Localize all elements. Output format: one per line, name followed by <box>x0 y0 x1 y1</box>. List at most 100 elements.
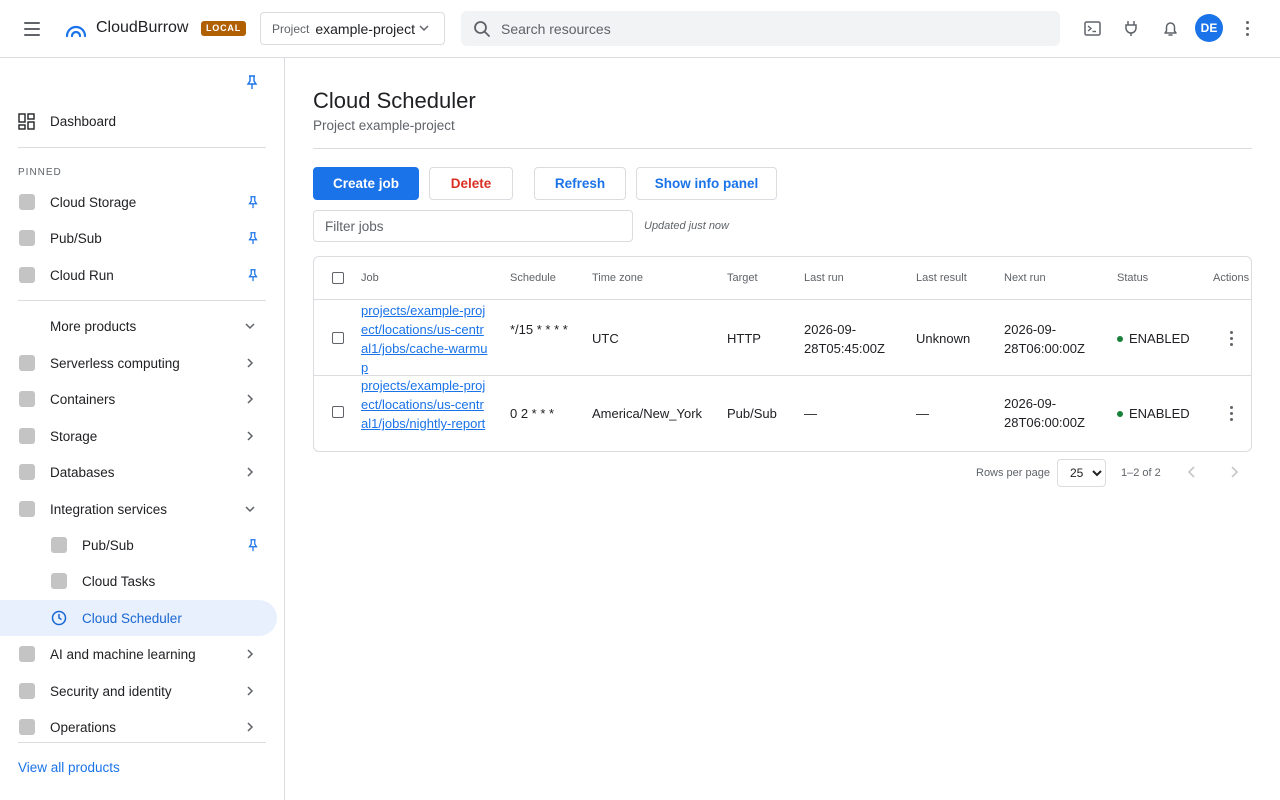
sidebar-item-serverless[interactable]: Serverless computing <box>0 345 285 381</box>
create-job-button[interactable]: Create job <box>313 167 419 200</box>
chevron-right-icon <box>247 649 254 659</box>
dashboard-icon <box>18 112 35 130</box>
main-content: Cloud Scheduler Project example-project … <box>285 58 1280 800</box>
view-all-products-link[interactable]: View all products <box>18 760 120 775</box>
sidebar-item-label: Cloud Tasks <box>82 573 156 589</box>
sidebar-item-label: Security and identity <box>50 683 172 699</box>
status-text: ENABLED <box>1129 331 1190 346</box>
search-input[interactable] <box>501 20 1021 37</box>
job-link[interactable]: projects/example-project/locations/us-ce… <box>361 376 489 433</box>
target-cell: HTTP <box>727 331 761 346</box>
cloud-logo-icon <box>65 25 87 38</box>
row-actions-icon[interactable] <box>1226 404 1236 422</box>
product-icon <box>19 683 35 699</box>
sidebar-item-label: Pub/Sub <box>82 537 134 553</box>
sidebar-item-label: More products <box>50 318 137 334</box>
column-header-last-run[interactable]: Last run <box>804 272 844 284</box>
sidebar-item-dashboard[interactable]: Dashboard <box>0 103 285 139</box>
row-checkbox[interactable] <box>332 332 344 344</box>
sidebar-item-security[interactable]: Security and identity <box>0 673 285 709</box>
filter-jobs-input[interactable] <box>313 210 633 242</box>
column-header-target[interactable]: Target <box>727 272 758 284</box>
product-icon <box>19 646 35 662</box>
terminal-icon[interactable] <box>1080 16 1104 40</box>
jobs-table: Job Schedule Time zone Target Last run L… <box>313 256 1252 452</box>
column-header-schedule[interactable]: Schedule <box>510 272 556 284</box>
sidebar-item-cloud-tasks[interactable]: Cloud Tasks <box>0 563 285 599</box>
chevron-right-icon <box>247 467 254 477</box>
sidebar-item-operations[interactable]: Operations <box>0 709 285 745</box>
sidebar-item-databases[interactable]: Databases <box>0 454 285 490</box>
sidebar-item-label: Dashboard <box>50 113 117 129</box>
delete-button[interactable]: Delete <box>429 167 513 200</box>
job-link[interactable]: projects/example-project/locations/us-ce… <box>361 301 489 377</box>
sidebar-item-containers[interactable]: Containers <box>0 381 285 417</box>
column-header-next-run[interactable]: Next run <box>1004 272 1046 284</box>
row-actions-icon[interactable] <box>1226 329 1236 347</box>
chevron-left-icon[interactable] <box>1184 464 1200 480</box>
status-text: ENABLED <box>1129 406 1190 421</box>
sidebar-item-integration-pubsub[interactable]: Pub/Sub <box>0 527 285 563</box>
divider <box>18 300 266 301</box>
sidebar-item-more-products[interactable]: More products <box>0 308 285 344</box>
page-title: Cloud Scheduler <box>313 88 476 113</box>
product-icon <box>19 719 35 735</box>
sidebar-item-label: Storage <box>50 428 98 444</box>
updated-status: Updated just now <box>644 220 729 232</box>
column-header-status[interactable]: Status <box>1117 272 1148 284</box>
sidebar-item-cloud-run[interactable]: Cloud Run <box>0 257 285 293</box>
table-row[interactable]: projects/example-project/locations/us-ce… <box>314 300 1251 377</box>
project-picker-label: Project <box>272 21 310 36</box>
pin-icon[interactable] <box>244 74 260 90</box>
pin-icon[interactable] <box>246 195 260 209</box>
sidebar-item-label: Databases <box>50 464 115 480</box>
column-header-timezone[interactable]: Time zone <box>592 272 643 284</box>
pin-icon[interactable] <box>246 231 260 245</box>
pin-icon[interactable] <box>246 268 260 282</box>
product-icon <box>19 501 35 517</box>
sidebar-item-integration-services[interactable]: Integration services <box>0 491 285 527</box>
more-vert-icon[interactable] <box>1242 19 1252 37</box>
product-icon <box>19 464 35 480</box>
plug-icon[interactable] <box>1119 16 1143 40</box>
menu-icon[interactable] <box>18 15 46 43</box>
sidebar-item-label: Cloud Storage <box>50 194 137 210</box>
avatar[interactable]: DE <box>1195 14 1223 42</box>
bell-icon[interactable] <box>1158 16 1182 40</box>
sidebar-item-storage[interactable]: Storage <box>0 418 285 454</box>
sidebar-item-label: Operations <box>50 719 117 735</box>
brand-name: CloudBurrow <box>96 19 189 36</box>
refresh-button[interactable]: Refresh <box>534 167 626 200</box>
sidebar-item-cloud-scheduler[interactable]: Cloud Scheduler <box>0 600 277 636</box>
show-info-panel-button[interactable]: Show info panel <box>636 167 777 200</box>
sidebar-item-cloud-storage[interactable]: Cloud Storage <box>0 184 285 220</box>
project-picker[interactable]: Project example-project <box>260 12 445 45</box>
table-row[interactable]: projects/example-project/locations/us-ce… <box>314 376 1251 451</box>
status-badge: ENABLED <box>1117 404 1190 423</box>
sidebar-item-label: Pub/Sub <box>50 230 102 246</box>
sidebar-item-label: Cloud Scheduler <box>82 610 182 626</box>
chevron-right-icon[interactable] <box>1226 464 1242 480</box>
pin-icon[interactable] <box>246 538 260 552</box>
sidebar-item-pubsub[interactable]: Pub/Sub <box>0 220 285 256</box>
chevron-down-icon <box>245 323 255 330</box>
column-header-last-result[interactable]: Last result <box>916 272 967 284</box>
project-picker-value: example-project <box>315 20 415 37</box>
product-icon <box>51 537 67 553</box>
rows-per-page-select[interactable]: 25 <box>1057 459 1106 487</box>
select-all-checkbox[interactable] <box>332 272 344 284</box>
product-icon <box>19 267 35 283</box>
status-dot <box>1117 410 1123 417</box>
product-icon <box>19 391 35 407</box>
chevron-right-icon <box>247 431 254 441</box>
last-run-cell: 2026-09-28T05:45:00Z <box>804 322 885 356</box>
row-checkbox[interactable] <box>332 406 344 418</box>
sidebar-item-label: Containers <box>50 391 116 407</box>
column-header-job[interactable]: Job <box>361 272 379 284</box>
product-icon <box>19 428 35 444</box>
sidebar-item-ai-ml[interactable]: AI and machine learning <box>0 636 285 672</box>
divider <box>313 148 1252 149</box>
last-result-cell: — <box>916 406 929 421</box>
sidebar-item-label: Serverless computing <box>50 355 180 371</box>
sidebar: Dashboard PINNED Cloud Storage Pub/Sub C… <box>0 58 285 800</box>
